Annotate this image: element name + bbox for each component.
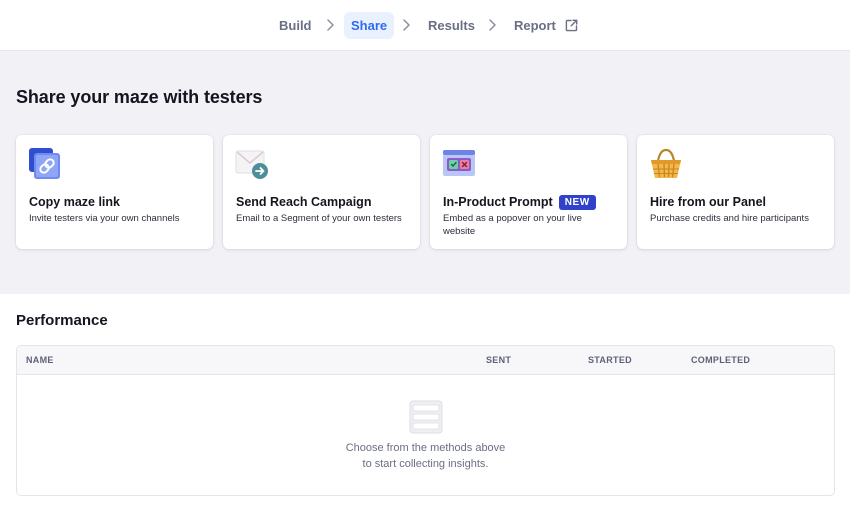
card-description: Invite testers via your own channels xyxy=(29,213,180,224)
card-description: Embed as a popover on your live website xyxy=(443,213,582,237)
card-title: Copy maze link xyxy=(29,195,120,209)
empty-state-line: Choose from the methods above xyxy=(345,442,506,454)
table-header: NAME SENT STARTED COMPLETED xyxy=(17,346,834,375)
nav-step-share[interactable]: Share xyxy=(344,12,395,39)
nav-step-report[interactable]: Report xyxy=(514,12,578,39)
in-product-prompt-card[interactable]: In-Product Prompt NEW Embed as a popover … xyxy=(430,135,627,249)
nav-step-report-label: Report xyxy=(514,18,556,33)
share-title: Share your maze with testers xyxy=(16,87,263,107)
chevron-right-icon xyxy=(489,19,496,31)
link-icon xyxy=(29,148,60,179)
chevron-right-icon xyxy=(327,19,334,31)
card-title: Hire from our Panel xyxy=(650,195,766,209)
column-header-completed: COMPLETED xyxy=(691,355,751,365)
card-description: Purchase credits and hire participants xyxy=(650,213,809,224)
performance-title: Performance xyxy=(16,312,108,329)
column-header-sent: SENT xyxy=(486,355,512,365)
empty-state-line: to start collecting insights. xyxy=(362,458,489,470)
card-title: In-Product Prompt NEW xyxy=(443,195,596,210)
mail-send-icon xyxy=(235,150,268,179)
top-navigation: Build Share Results Report xyxy=(0,0,850,51)
copy-maze-link-card[interactable]: Copy maze link Invite testers via your o… xyxy=(16,135,213,249)
column-header-started: STARTED xyxy=(588,355,632,365)
hire-from-panel-card[interactable]: Hire from our Panel Purchase credits and… xyxy=(637,135,834,249)
nav-step-results[interactable]: Results xyxy=(428,12,475,39)
column-header-name: NAME xyxy=(26,355,54,365)
new-badge: NEW xyxy=(558,195,596,210)
nav-step-build[interactable]: Build xyxy=(279,12,312,39)
send-reach-campaign-card[interactable]: Send Reach Campaign Email to a Segment o… xyxy=(223,135,420,249)
card-description: Email to a Segment of your own testers xyxy=(236,213,402,224)
performance-table: NAME SENT STARTED COMPLETED Choose from … xyxy=(16,345,835,496)
share-section: Share your maze with testers Copy maze l… xyxy=(0,51,850,294)
popover-prompt-icon xyxy=(443,150,475,176)
empty-list-icon xyxy=(409,400,443,434)
card-title-text: In-Product Prompt xyxy=(443,195,553,209)
chevron-right-icon xyxy=(403,19,410,31)
external-link-icon xyxy=(565,19,577,31)
empty-state-message: Choose from the methods above to start c… xyxy=(17,440,834,472)
card-title: Send Reach Campaign xyxy=(236,195,372,209)
basket-icon xyxy=(651,148,681,178)
